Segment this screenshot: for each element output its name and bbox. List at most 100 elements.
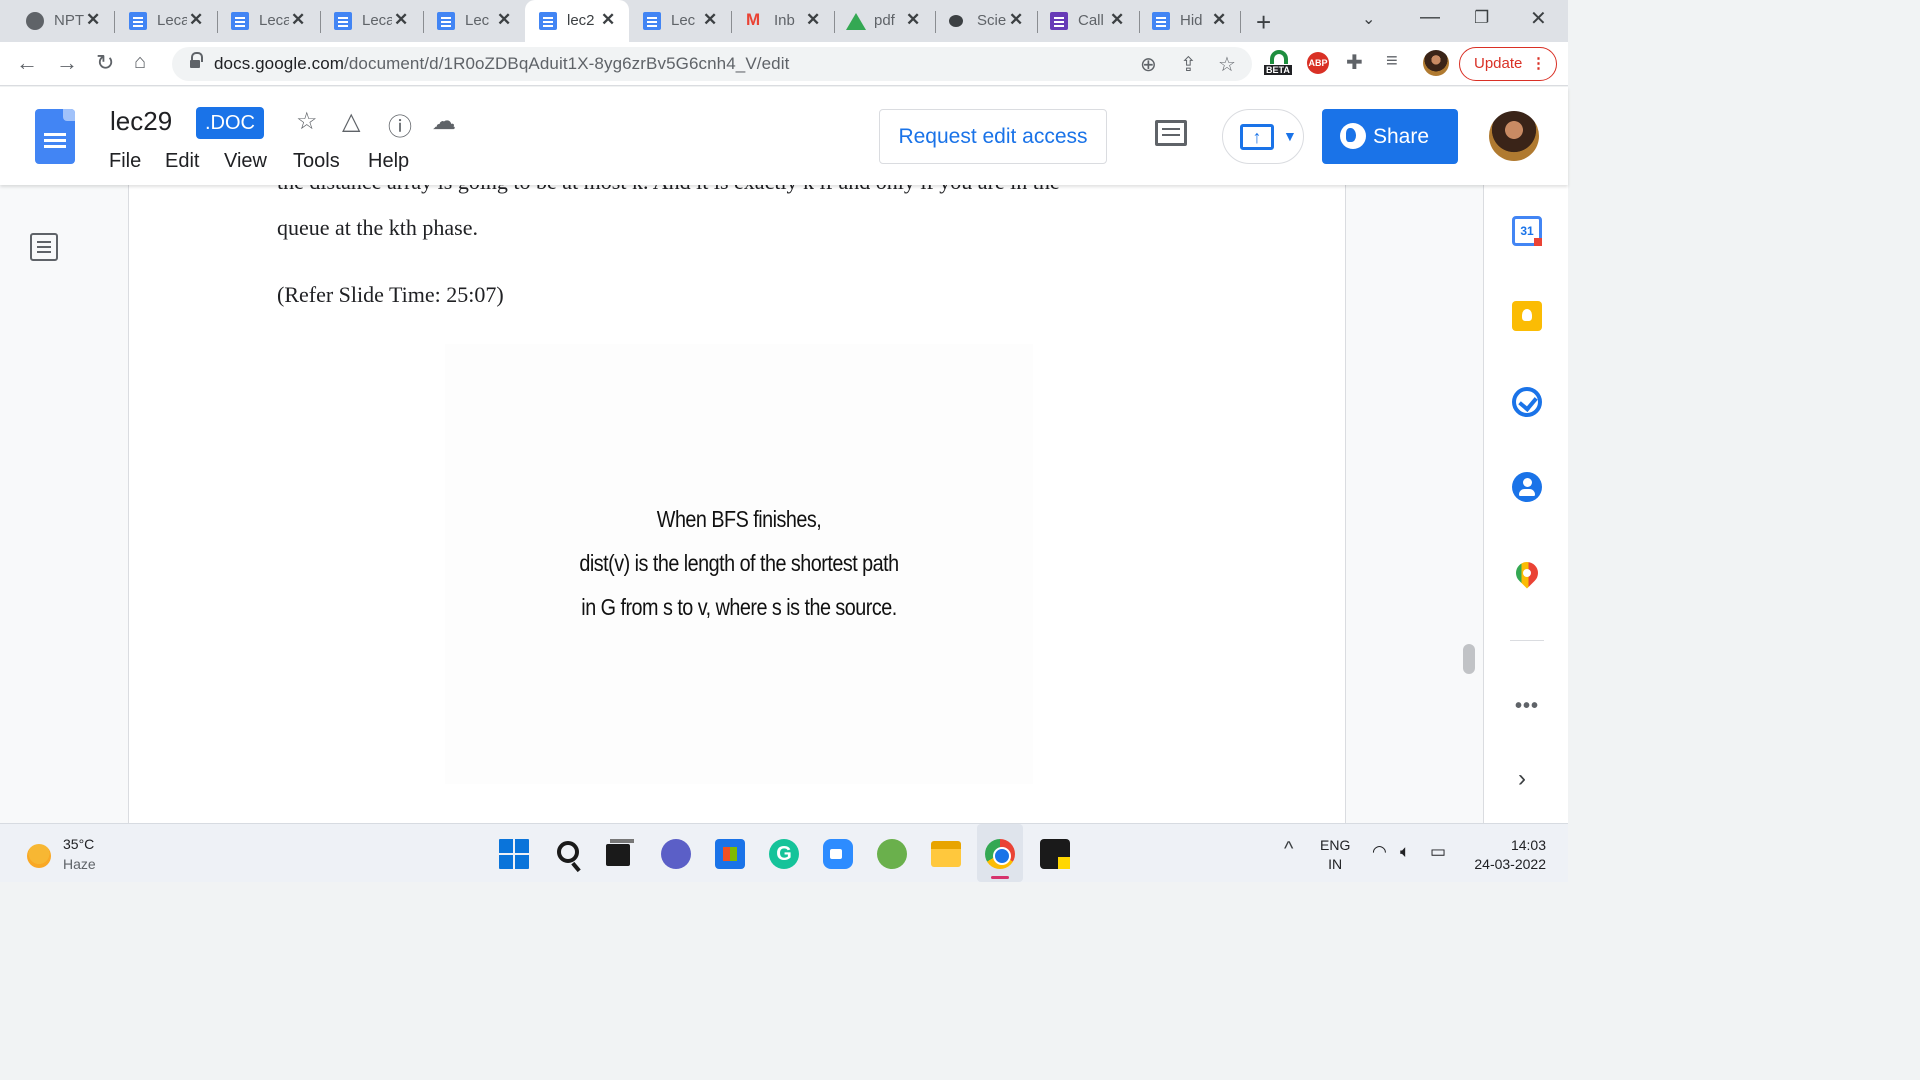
move-to-drive-icon[interactable]: △ (342, 107, 360, 136)
request-edit-access-button[interactable]: Request edit access (879, 109, 1107, 164)
forward-icon[interactable]: → (56, 50, 78, 76)
tab-title: Leca (259, 12, 289, 29)
menu-view[interactable]: View (224, 150, 267, 173)
new-tab-button[interactable]: + (1256, 7, 1271, 38)
browser-tab[interactable]: Call ✕ (1024, 0, 1136, 42)
media-control-icon[interactable]: ≡ (1386, 50, 1398, 73)
task-view-icon[interactable] (606, 839, 634, 866)
close-icon[interactable]: ✕ (86, 10, 100, 30)
windows-start-icon[interactable] (499, 839, 529, 869)
menu-help[interactable]: Help (368, 150, 409, 173)
close-icon[interactable]: ✕ (189, 10, 203, 30)
browser-tab[interactable]: Lec ✕ (411, 0, 523, 42)
keep-icon[interactable] (1512, 301, 1542, 331)
docs-logo-icon[interactable] (35, 109, 75, 164)
close-icon[interactable]: ✕ (497, 10, 511, 30)
close-icon[interactable]: ✕ (394, 10, 408, 30)
close-icon[interactable]: ✕ (703, 10, 717, 30)
teams-chat-icon[interactable] (661, 839, 691, 869)
restore-icon[interactable]: ❐ (1474, 8, 1489, 28)
address-bar[interactable]: docs.google.com/document/d/1R0oZDBqAduit… (172, 47, 1252, 81)
account-avatar[interactable] (1489, 111, 1539, 161)
document-title[interactable]: lec29 (110, 106, 172, 137)
adblock-icon[interactable]: ABP (1307, 52, 1329, 74)
back-icon[interactable]: ← (16, 50, 38, 76)
info-icon[interactable]: ⓘ (388, 107, 412, 142)
close-icon[interactable]: ✕ (291, 10, 305, 30)
tasks-icon[interactable] (1512, 387, 1542, 417)
paragraph-line: the distance array is going to be at mos… (277, 185, 1197, 195)
weather-temperature: 35°C (63, 836, 95, 852)
docs-icon (1152, 12, 1170, 30)
zoom-icon[interactable]: ⊕ (1140, 52, 1157, 77)
browser-tab[interactable]: Leca ✕ (308, 0, 420, 42)
bookmark-star-icon[interactable]: ☆ (1218, 52, 1236, 77)
search-icon[interactable] (557, 841, 579, 863)
sticky-notes-icon[interactable] (1040, 839, 1070, 869)
share-page-icon[interactable]: ⇪ (1180, 52, 1197, 77)
battery-icon[interactable]: ▭ (1430, 842, 1446, 862)
close-icon[interactable]: ✕ (1009, 10, 1023, 30)
scrollbar-thumb[interactable] (1463, 644, 1475, 674)
browser-tab[interactable]: Leca ✕ (205, 0, 317, 42)
language-indicator[interactable]: ENG IN (1320, 836, 1350, 874)
url-text[interactable]: docs.google.com/document/d/1R0oZDBqAduit… (214, 54, 789, 74)
update-button[interactable]: Update ⋮ (1459, 47, 1557, 81)
region-code: IN (1328, 856, 1343, 872)
beta-extension-icon[interactable]: BETA (1264, 48, 1294, 78)
minimize-icon[interactable]: — (1420, 6, 1440, 29)
file-explorer-icon[interactable] (931, 841, 961, 867)
profile-avatar[interactable] (1423, 50, 1449, 76)
calendar-icon[interactable]: 31 (1512, 216, 1542, 246)
money-app-icon[interactable] (877, 839, 907, 869)
browser-tab-active[interactable]: lec2 ✕ (525, 0, 629, 42)
tab-title: NPT (54, 12, 84, 29)
share-button[interactable]: Share (1322, 109, 1458, 164)
tab-title: Scie (977, 12, 1007, 29)
menu-edit[interactable]: Edit (165, 150, 199, 173)
weather-sun-icon[interactable] (27, 844, 51, 868)
browser-tab[interactable]: Hid ✕ (1126, 0, 1238, 42)
wifi-icon[interactable]: ◠ (1372, 842, 1387, 862)
close-icon[interactable]: ✕ (601, 10, 615, 30)
cloud-status-icon[interactable]: ☁ (432, 107, 456, 136)
comment-history-icon[interactable] (1155, 120, 1187, 146)
star-icon[interactable]: ☆ (296, 107, 318, 136)
contacts-icon[interactable] (1512, 472, 1542, 502)
browser-tab[interactable]: pdf ✕ (820, 0, 932, 42)
close-icon[interactable]: ✕ (806, 10, 820, 30)
globe-icon (26, 12, 44, 30)
extensions-puzzle-icon[interactable]: ✚ (1346, 50, 1363, 75)
taskbar: 35°C Haze G ^ ENG IN ◠ 🔈︎ ▭ 14:03 24-03-… (0, 823, 1568, 882)
docs-header: lec29 .DOC ☆ △ ⓘ ☁ File Edit View Tools … (0, 87, 1568, 185)
browser-tab[interactable]: NPT ✕ (0, 0, 112, 42)
browser-tab[interactable]: M Inb ✕ (720, 0, 832, 42)
menu-file[interactable]: File (109, 150, 141, 173)
clock[interactable]: 14:03 24-03-2022 (1468, 836, 1546, 874)
close-icon[interactable]: ✕ (906, 10, 920, 30)
grammarly-icon[interactable]: G (769, 839, 799, 869)
tab-title: Call (1078, 12, 1104, 29)
store-icon[interactable] (715, 839, 745, 869)
close-icon[interactable]: ✕ (1212, 10, 1226, 30)
tab-search-icon[interactable]: ⌄ (1362, 9, 1375, 29)
tab-title: Lec (671, 12, 696, 29)
menu-tools[interactable]: Tools (293, 150, 340, 173)
home-icon[interactable]: ⌂ (134, 51, 146, 74)
more-options-icon[interactable]: ••• (1515, 695, 1539, 718)
maps-icon[interactable] (1511, 557, 1543, 589)
chevron-right-icon[interactable]: › (1518, 765, 1526, 793)
chevron-up-icon[interactable]: ^ (1284, 838, 1293, 861)
zoom-app-icon[interactable] (823, 839, 853, 869)
browser-tab[interactable]: Scie ✕ (923, 0, 1035, 42)
close-window-icon[interactable]: ✕ (1530, 6, 1547, 31)
reload-icon[interactable]: ↻ (96, 50, 114, 76)
chrome-icon[interactable] (985, 839, 1015, 869)
browser-tab[interactable]: Leca ✕ (103, 0, 215, 42)
close-icon[interactable]: ✕ (1110, 10, 1124, 30)
document-outline-icon[interactable] (30, 233, 58, 261)
forms-icon (1050, 12, 1068, 30)
volume-icon[interactable]: 🔈︎ (1400, 842, 1410, 862)
present-button[interactable]: ↑ ▼ (1222, 109, 1304, 164)
browser-tab[interactable]: Lec ✕ (617, 0, 729, 42)
